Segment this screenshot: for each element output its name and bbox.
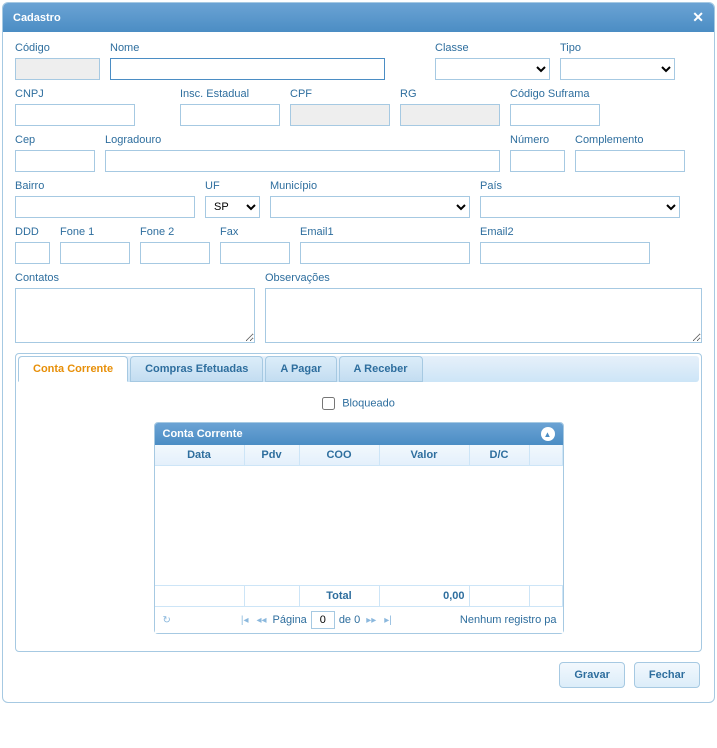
grid-pager: ↻ |◂ ◂◂ Página de 0 ▸▸ ▸| Nenhum registr… [155,607,563,633]
bairro-input[interactable] [15,196,195,218]
label-logradouro: Logradouro [105,132,500,148]
tab-conta-corrente[interactable]: Conta Corrente [18,356,128,382]
bloqueado-checkbox[interactable] [322,397,335,410]
fone1-input[interactable] [60,242,130,264]
tab-a-pagar[interactable]: A Pagar [265,356,336,382]
label-classe: Classe [435,40,550,56]
refresh-icon[interactable]: ↻ [161,615,173,626]
header-valor[interactable]: Valor [380,445,470,465]
label-contatos: Contatos [15,270,255,286]
dialog-body: Código Nome Classe Tipo CNPJ [3,32,714,702]
rg-input [400,104,500,126]
ddd-input[interactable] [15,242,50,264]
numero-input[interactable] [510,150,565,172]
label-municipio: Município [270,178,470,194]
label-ddd: DDD [15,224,50,240]
close-icon[interactable]: ✕ [692,9,704,26]
codigo-suframa-input[interactable] [510,104,600,126]
label-complemento: Complemento [575,132,685,148]
municipio-select[interactable] [270,196,470,218]
last-page-icon[interactable]: ▸| [382,615,394,626]
fax-input[interactable] [220,242,290,264]
tab-a-receber[interactable]: A Receber [339,356,423,382]
tab-content: Bloqueado Conta Corrente ▲ Data Pdv COO … [18,382,699,649]
fechar-button[interactable]: Fechar [634,662,700,688]
label-nome: Nome [110,40,385,56]
gravar-button[interactable]: Gravar [559,662,624,688]
header-data[interactable]: Data [155,445,245,465]
dialog-footer: Gravar Fechar [15,652,702,690]
classe-select[interactable] [435,58,550,80]
footer-total-label: Total [300,586,380,606]
label-cnpj: CNPJ [15,86,135,102]
tab-compras-efetuadas[interactable]: Compras Efetuadas [130,356,263,382]
label-observacoes: Observações [265,270,702,286]
pager-status: Nenhum registro pa [460,614,557,626]
label-insc-estadual: Insc. Estadual [180,86,280,102]
cpf-input [290,104,390,126]
label-fone1: Fone 1 [60,224,130,240]
label-bairro: Bairro [15,178,195,194]
pais-select[interactable] [480,196,680,218]
email1-input[interactable] [300,242,470,264]
label-fone2: Fone 2 [140,224,210,240]
pager-page-input[interactable] [311,611,335,629]
insc-estadual-input[interactable] [180,104,280,126]
tipo-select[interactable] [560,58,675,80]
label-cep: Cep [15,132,95,148]
label-email2: Email2 [480,224,650,240]
label-numero: Número [510,132,565,148]
grid-body [155,466,563,586]
grid-conta-corrente: Conta Corrente ▲ Data Pdv COO Valor D/C [154,422,564,634]
collapse-icon[interactable]: ▲ [541,427,555,441]
nome-input[interactable] [110,58,385,80]
pager-page-pre: Página [273,614,307,626]
tabs-nav: Conta Corrente Compras Efetuadas A Pagar… [18,356,699,382]
dialog-header: Cadastro ✕ [3,3,714,32]
header-dc[interactable]: D/C [470,445,530,465]
email2-input[interactable] [480,242,650,264]
pager-page-post: de 0 [339,614,360,626]
prev-page-icon[interactable]: ◂◂ [255,615,269,626]
label-codigo-suframa: Código Suframa [510,86,600,102]
fone2-input[interactable] [140,242,210,264]
label-email1: Email1 [300,224,470,240]
dialog-title: Cadastro [13,12,61,24]
complemento-input[interactable] [575,150,685,172]
label-tipo: Tipo [560,40,675,56]
header-pdv[interactable]: Pdv [245,445,300,465]
header-spacer [530,445,563,465]
grid-footer-row: Total 0,00 [155,586,563,607]
footer-total-value: 0,00 [380,586,470,606]
label-pais: País [480,178,680,194]
observacoes-textarea[interactable] [265,288,702,343]
grid-headers: Data Pdv COO Valor D/C [155,445,563,466]
cep-input[interactable] [15,150,95,172]
uf-select[interactable]: SP [205,196,260,218]
cnpj-input[interactable] [15,104,135,126]
grid-title-bar: Conta Corrente ▲ [155,423,563,445]
tabs-container: Conta Corrente Compras Efetuadas A Pagar… [15,353,702,652]
label-bloqueado: Bloqueado [342,397,395,409]
label-codigo: Código [15,40,100,56]
next-page-icon[interactable]: ▸▸ [364,615,378,626]
contatos-textarea[interactable] [15,288,255,343]
label-rg: RG [400,86,500,102]
grid-title: Conta Corrente [163,428,243,440]
header-coo[interactable]: COO [300,445,380,465]
codigo-input [15,58,100,80]
label-fax: Fax [220,224,290,240]
dialog-cadastro: Cadastro ✕ Código Nome Classe Tipo [2,2,715,703]
first-page-icon[interactable]: |◂ [239,615,251,626]
label-uf: UF [205,178,260,194]
label-cpf: CPF [290,86,390,102]
logradouro-input[interactable] [105,150,500,172]
